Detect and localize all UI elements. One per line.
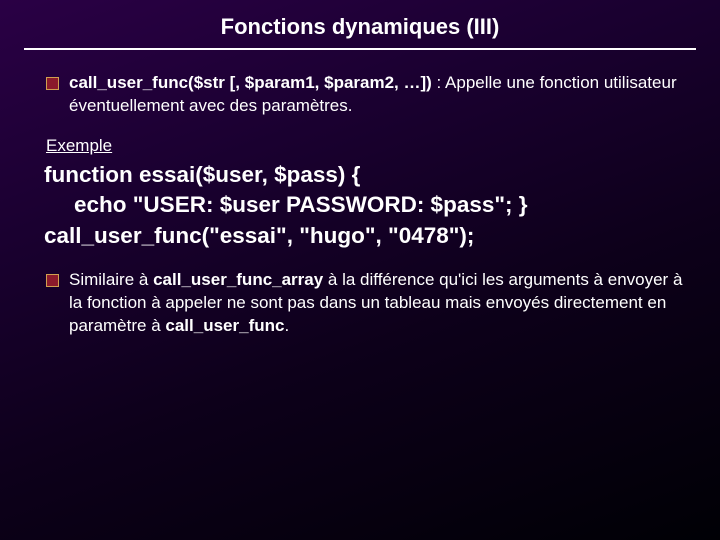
bullet-item-2: Similaire à call_user_func_array à la di… xyxy=(46,269,696,338)
bullet2-b2: call_user_func xyxy=(165,316,284,335)
bullet-icon xyxy=(46,274,59,287)
example-label: Exemple xyxy=(46,136,696,156)
code-line-3: call_user_func("essai", "hugo", "0478"); xyxy=(44,221,696,251)
bullet2-p1: Similaire à xyxy=(69,270,153,289)
bullet-text-1: call_user_func($str [, $param1, $param2,… xyxy=(69,72,696,118)
bullet1-bold: call_user_func($str [, $param1, $param2,… xyxy=(69,73,432,92)
code-line-2: echo "USER: $user PASSWORD: $pass"; } xyxy=(44,190,696,220)
bullet-text-2: Similaire à call_user_func_array à la di… xyxy=(69,269,696,338)
bullet-item-1: call_user_func($str [, $param1, $param2,… xyxy=(46,72,696,118)
bullet2-p3: . xyxy=(284,316,289,335)
bullet2-b1: call_user_func_array xyxy=(153,270,323,289)
slide-title: Fonctions dynamiques (III) xyxy=(24,14,696,50)
bullet-icon xyxy=(46,77,59,90)
code-line-1: function essai($user, $pass) { xyxy=(44,160,696,190)
code-block: function essai($user, $pass) { echo "USE… xyxy=(44,160,696,251)
